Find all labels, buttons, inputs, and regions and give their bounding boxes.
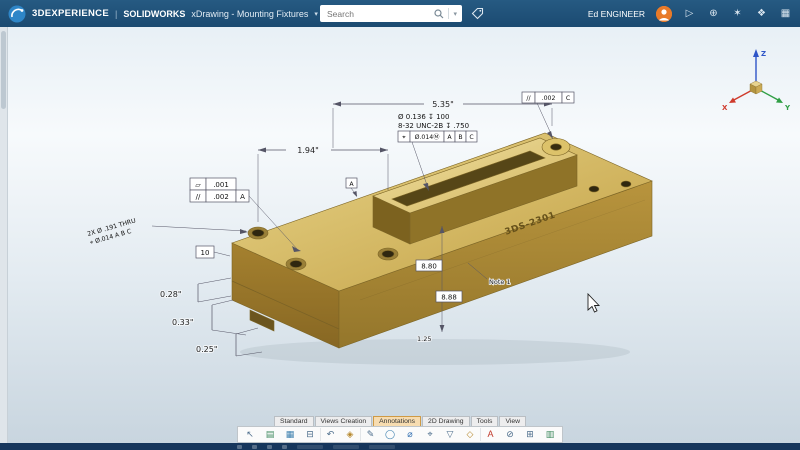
add-user-icon[interactable]: ⊕ — [707, 0, 720, 27]
svg-text:B: B — [458, 134, 462, 141]
compass-apps-icon[interactable]: ❖ — [755, 0, 768, 27]
app-window: 5.35" 1.94" ▱ .001 // .002 A — [0, 0, 800, 450]
svg-text:8.80: 8.80 — [421, 263, 437, 271]
tab-views-creation[interactable]: Views Creation — [315, 416, 373, 426]
svg-text:1.25: 1.25 — [417, 335, 431, 343]
print-icon[interactable]: ⊟ — [300, 428, 320, 441]
user-name[interactable]: Ed ENGINEER — [588, 9, 645, 19]
share-icon[interactable]: ▷ — [683, 0, 696, 27]
3dexperience-compass-logo[interactable] — [8, 5, 26, 23]
svg-text:.002: .002 — [542, 95, 556, 102]
svg-text:5.35": 5.35" — [432, 100, 454, 109]
ribbon-tabs: Standard Views Creation Annotations 2D D… — [274, 416, 526, 426]
scrollbar-thumb[interactable] — [1, 31, 6, 109]
fcf-top-right: // .002 C — [522, 92, 574, 139]
triad-z-label: Z — [761, 50, 766, 58]
svg-text:10: 10 — [201, 249, 210, 257]
tag-icon[interactable] — [471, 7, 484, 20]
user-area: Ed ENGINEER ▷ ⊕ ✶ ❖ ▦ — [588, 0, 792, 27]
grid-menu-icon[interactable]: ▦ — [779, 0, 792, 27]
svg-text:⌖: ⌖ — [402, 134, 406, 141]
platform-top-bar: 3DEXPERIENCE | SOLIDWORKS xDrawing - Mou… — [0, 0, 800, 27]
search-box[interactable]: ▾ — [320, 5, 462, 22]
search-caret-icon[interactable]: ▾ — [453, 10, 457, 18]
svg-text:C: C — [566, 95, 570, 102]
ribbon-icon-strip: ↖ ▤ ▦ ⊟ ↶ ◈ ✎ ◯ ⌀ ⌖ ▽ ◇ A ⊘ ⊞ ▥ — [237, 426, 563, 443]
magnifier-icon[interactable]: ⊘ — [500, 428, 520, 441]
taskbar-app-indicator[interactable] — [333, 445, 359, 449]
left-scrollbar[interactable] — [0, 27, 8, 443]
zoom-area-icon[interactable]: ⊞ — [520, 428, 540, 441]
svg-text:Ø.014Ⓜ: Ø.014Ⓜ — [415, 133, 440, 141]
select-tool-icon[interactable]: ↖ — [240, 428, 260, 441]
geometric-tolerance-icon[interactable]: ⌖ — [420, 428, 440, 441]
svg-text:1.94": 1.94" — [297, 146, 319, 155]
app-name: SOLIDWORKS — [123, 9, 185, 19]
taskbar-app-indicator[interactable] — [297, 445, 323, 449]
taskbar-app-indicator[interactable] — [369, 445, 395, 449]
search-area: ▾ — [320, 5, 484, 22]
os-taskbar[interactable] — [0, 443, 800, 450]
svg-text:A: A — [240, 193, 245, 201]
svg-text:C: C — [469, 134, 473, 141]
tab-view[interactable]: View — [499, 416, 526, 426]
document-title[interactable]: xDrawing - Mounting Fixtures — [191, 9, 308, 19]
balloon-icon[interactable]: ◯ — [380, 428, 400, 441]
orientation-triad[interactable]: Z X Y — [722, 49, 791, 112]
part-shadow — [240, 339, 630, 365]
user-avatar[interactable] — [656, 6, 672, 22]
drawing-viewport[interactable]: 5.35" 1.94" ▱ .001 // .002 A — [0, 0, 800, 450]
datum-a-flag: A — [346, 178, 357, 197]
tab-annotations[interactable]: Annotations — [373, 416, 421, 426]
taskbar-icon[interactable] — [237, 445, 242, 449]
sheet-icon[interactable]: ▤ — [260, 428, 280, 441]
taskbar-icon[interactable] — [267, 445, 272, 449]
svg-text://: // — [196, 193, 201, 201]
view-orientation-icon[interactable]: ◈ — [340, 428, 360, 441]
tab-2d-drawing[interactable]: 2D Drawing — [422, 416, 470, 426]
triad-y-label: Y — [784, 104, 791, 112]
search-divider — [448, 8, 449, 19]
taskbar-icon[interactable] — [252, 445, 257, 449]
search-input[interactable] — [327, 9, 430, 19]
svg-text:Ø 0.136 ↧ 100: Ø 0.136 ↧ 100 — [398, 113, 449, 121]
svg-text:0.33": 0.33" — [172, 318, 194, 327]
dim-10: 10 — [196, 246, 230, 258]
mouse-cursor — [588, 294, 599, 312]
surface-finish-icon[interactable]: ◇ — [460, 428, 480, 441]
taskbar-icon[interactable] — [282, 445, 287, 449]
dimension-icon[interactable]: ⌀ — [400, 428, 420, 441]
left-hole-callout: 2X Ø .191 THRU ⌖ Ø.014 A B C — [86, 216, 139, 246]
triad-x-label: X — [722, 104, 728, 112]
note-icon[interactable]: ✎ — [360, 428, 380, 441]
svg-text:▱: ▱ — [195, 181, 201, 189]
tab-tools[interactable]: Tools — [471, 416, 499, 426]
datum-icon[interactable]: ▽ — [440, 428, 460, 441]
brand-name: 3DEXPERIENCE — [32, 8, 109, 19]
save-icon[interactable]: ▦ — [280, 428, 300, 441]
text-icon[interactable]: A — [480, 428, 500, 441]
svg-text:Note 1: Note 1 — [489, 278, 511, 286]
svg-text:8-32 UNC-2B ↧ .750: 8-32 UNC-2B ↧ .750 — [398, 122, 469, 130]
svg-text:.001: .001 — [213, 181, 229, 189]
search-icon[interactable] — [434, 9, 444, 19]
svg-text:.002: .002 — [213, 193, 229, 201]
favorites-icon[interactable]: ✶ — [731, 0, 744, 27]
svg-text:8.88: 8.88 — [441, 294, 457, 302]
document-title-caret-icon[interactable]: ▾ — [314, 10, 318, 18]
table-icon[interactable]: ▥ — [540, 428, 560, 441]
undo-icon[interactable]: ↶ — [320, 428, 340, 441]
brand-separator: | — [115, 9, 117, 19]
svg-text:0.28": 0.28" — [160, 290, 182, 299]
tab-standard[interactable]: Standard — [274, 416, 314, 426]
svg-text:0.25": 0.25" — [196, 345, 218, 354]
